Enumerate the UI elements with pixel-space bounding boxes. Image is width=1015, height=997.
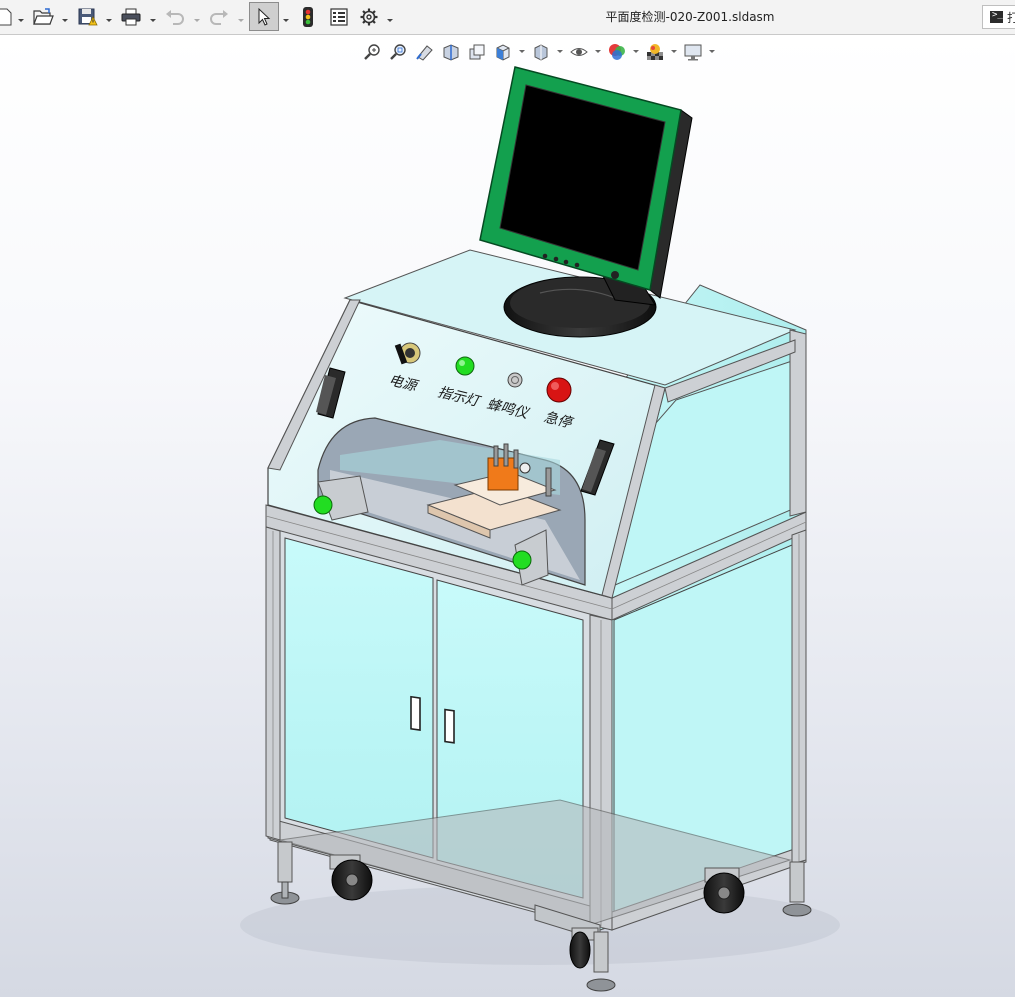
open-button[interactable] [31, 3, 55, 31]
save-dropdown[interactable] [105, 10, 113, 22]
select-arrow-icon [258, 7, 271, 26]
command-search-box[interactable]: >_ 打 [982, 5, 1015, 29]
command-prompt-icon: >_ [990, 10, 1003, 23]
new-document-icon [0, 8, 12, 26]
save-icon [78, 8, 98, 26]
graphics-area[interactable]: 电源 指示灯 蜂鸣仪 急停 [0, 35, 1015, 997]
redo-button[interactable] [208, 3, 230, 31]
lcd-monitor[interactable] [479, 66, 693, 338]
open-dropdown[interactable] [61, 10, 69, 22]
indicator-light [455, 356, 475, 376]
emergency-stop-button[interactable] [546, 377, 572, 403]
assembly-model[interactable]: 电源 指示灯 蜂鸣仪 急停 [0, 35, 1015, 997]
file-properties-icon [330, 8, 348, 26]
print-icon [121, 8, 141, 26]
open-folder-icon [33, 8, 54, 25]
select-dropdown[interactable] [282, 10, 290, 22]
rebuild-button[interactable] [298, 3, 318, 31]
select-button[interactable] [249, 2, 279, 31]
options-dropdown[interactable] [386, 10, 394, 22]
options-gear-icon [360, 8, 378, 26]
options-button[interactable] [357, 3, 381, 31]
start-button-left[interactable] [313, 475, 369, 521]
command-search-text: 打 [1007, 11, 1015, 25]
undo-button[interactable] [164, 3, 186, 31]
new-document-button[interactable] [0, 3, 14, 31]
save-button[interactable] [76, 3, 100, 31]
undo-dropdown[interactable] [193, 10, 201, 22]
document-title: 平面度检测-020-Z001.sldasm [605, 10, 775, 24]
door-handle-right[interactable] [444, 708, 455, 744]
print-dropdown[interactable] [149, 10, 157, 22]
title-bar: 平面度检测-020-Z001.sldasm >_ 打 [0, 0, 1015, 35]
buzzer [507, 372, 523, 388]
redo-dropdown[interactable] [237, 10, 245, 22]
door-handle-left[interactable] [410, 695, 421, 731]
rebuild-traffic-light-icon [303, 7, 313, 27]
redo-icon [210, 10, 228, 25]
print-button[interactable] [119, 3, 143, 31]
new-document-dropdown[interactable] [17, 10, 25, 22]
undo-icon [166, 10, 184, 25]
file-properties-button[interactable] [327, 3, 351, 31]
